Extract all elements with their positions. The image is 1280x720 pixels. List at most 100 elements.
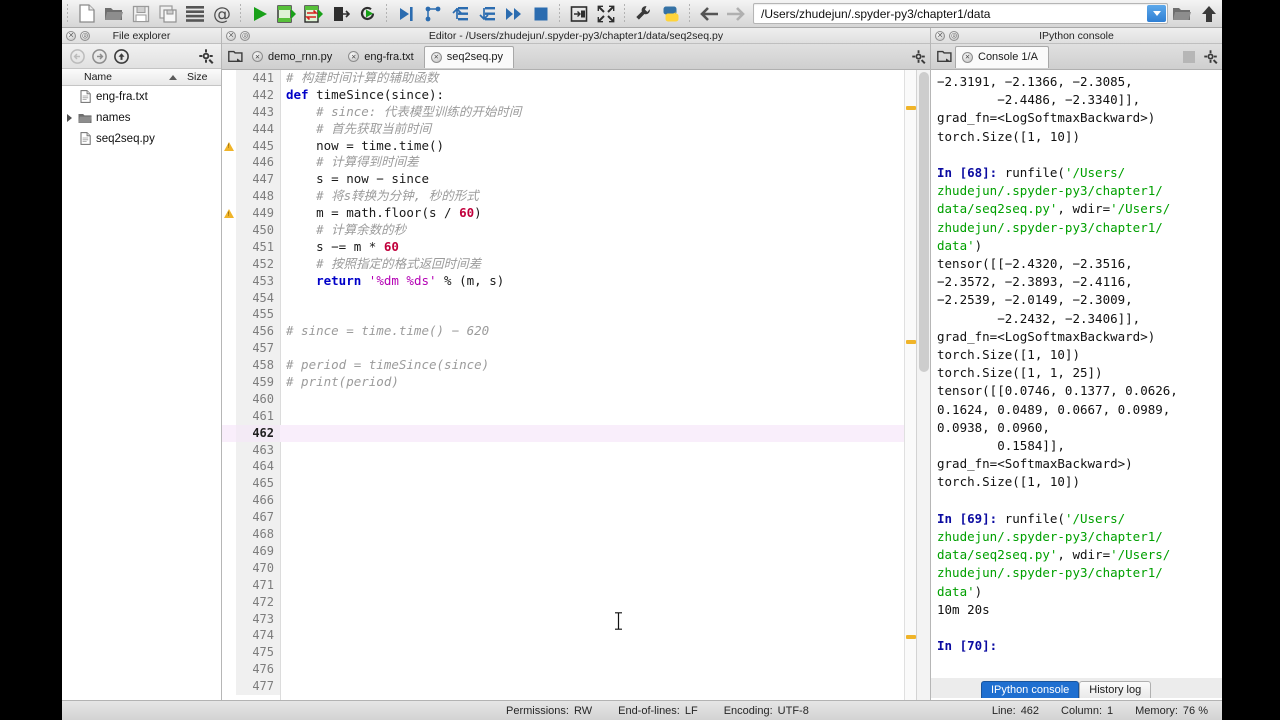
browse-folder-icon[interactable] (1168, 1, 1195, 27)
parent-directory-icon[interactable] (1195, 1, 1222, 27)
code-line[interactable]: 455 (222, 306, 930, 324)
options-gear-icon[interactable] (195, 45, 217, 67)
code-line[interactable]: 442 def timeSince(since): (222, 86, 930, 104)
code-line[interactable]: 446 # 计算得到时间差 (222, 154, 930, 172)
code-line[interactable]: 458 # period = timeSince(since) (222, 357, 930, 375)
fullscreen-icon[interactable] (592, 1, 619, 27)
editor-scrollbar[interactable] (916, 70, 930, 720)
find-symbol-icon[interactable]: @ (208, 1, 235, 27)
code-line[interactable]: 472 (222, 593, 930, 611)
file-list[interactable]: eng-fra.txt names seq2seq.py (62, 86, 221, 720)
forward-icon[interactable] (88, 45, 110, 67)
code-line[interactable]: 457 (222, 340, 930, 358)
run-selection-icon[interactable] (327, 1, 354, 27)
close-pane-icon[interactable] (66, 31, 76, 41)
code-line[interactable]: 453 return '%dm %ds' % (m, s) (222, 272, 930, 290)
warning-marker[interactable] (906, 106, 916, 110)
code-line[interactable]: 471 (222, 576, 930, 594)
code-line[interactable]: 451 s −= m * 60 (222, 238, 930, 256)
debug-step-return-icon[interactable] (473, 1, 500, 27)
debug-file-icon[interactable] (392, 1, 419, 27)
maximize-pane-icon[interactable] (565, 1, 592, 27)
run-file-icon[interactable] (246, 1, 273, 27)
warning-marker[interactable] (906, 635, 916, 639)
column-header-name[interactable]: Name (62, 71, 177, 83)
save-file-icon[interactable] (127, 1, 154, 27)
close-pane-icon[interactable] (935, 31, 945, 41)
code-line[interactable]: 473 (222, 610, 930, 628)
list-item[interactable]: names (62, 107, 221, 128)
code-line[interactable]: 476 (222, 661, 930, 679)
debug-continue-icon[interactable] (500, 1, 527, 27)
file-switcher-icon[interactable] (181, 1, 208, 27)
code-line[interactable]: 474 (222, 627, 930, 645)
browse-tabs-icon[interactable] (933, 44, 955, 70)
code-line[interactable]: 464 (222, 458, 930, 476)
code-line[interactable]: 465 (222, 475, 930, 493)
code-line[interactable]: 461 (222, 407, 930, 425)
options-gear-icon[interactable] (908, 46, 930, 68)
warning-icon[interactable] (222, 209, 236, 219)
list-item[interactable]: seq2seq.py (62, 128, 221, 149)
tab-ipython-console[interactable]: IPython console (981, 681, 1080, 698)
code-line[interactable]: 444 # 首先获取当前时间 (222, 120, 930, 138)
code-line[interactable]: 463 (222, 441, 930, 459)
code-line[interactable]: 467 (222, 509, 930, 527)
run-cell-advance-icon[interactable] (300, 1, 327, 27)
code-line[interactable]: 468 (222, 526, 930, 543)
warning-marker[interactable] (906, 340, 916, 344)
scrollbar-thumb[interactable] (919, 72, 929, 372)
expand-arrow-icon[interactable] (62, 114, 76, 122)
warning-icon[interactable] (222, 141, 236, 151)
code-line[interactable]: 460 (222, 390, 930, 408)
debug-step-icon[interactable] (419, 1, 446, 27)
chevron-down-icon[interactable] (1147, 5, 1166, 22)
code-line[interactable]: 441 # 构建时间计算的辅助函数 (222, 70, 930, 87)
editor-tab-demo-rnn[interactable]: demo_rnn.py (246, 47, 342, 67)
run-cell-icon[interactable] (273, 1, 300, 27)
close-tab-icon[interactable] (348, 51, 360, 62)
code-lines[interactable]: 441 # 构建时间计算的辅助函数 442 def timeSince(since):… (222, 70, 930, 695)
tab-history-log[interactable]: History log (1079, 681, 1152, 698)
console-output[interactable]: −2.3191, −2.1366, −2.3085, −2.4486, −2.3… (931, 70, 1222, 708)
new-file-icon[interactable] (73, 1, 100, 27)
code-line[interactable]: 449 m = math.floor(s / 60) (222, 205, 930, 223)
stop-console-icon[interactable] (1178, 46, 1200, 68)
code-line[interactable]: 469 (222, 542, 930, 560)
debug-stop-icon[interactable] (527, 1, 554, 27)
code-line[interactable]: 450 # 计算余数的秒 (222, 222, 930, 239)
code-line[interactable]: 445 now = time.time() (222, 137, 930, 155)
forward-icon[interactable] (722, 1, 749, 27)
rerun-icon[interactable] (354, 1, 381, 27)
editor-tab-seq2seq[interactable]: seq2seq.py (423, 45, 515, 68)
code-line[interactable]: 443 # since: 代表模型训练的开始时间 (222, 103, 930, 121)
close-pane-icon[interactable] (226, 31, 236, 41)
browse-tabs-icon[interactable] (224, 44, 246, 70)
code-line[interactable]: 456 # since = time.time() − 620 (222, 323, 930, 341)
code-line[interactable]: 466 (222, 492, 930, 510)
column-header-size[interactable]: Size (169, 71, 221, 83)
code-line[interactable]: 475 (222, 644, 930, 662)
parent-directory-icon[interactable] (110, 45, 132, 67)
save-all-icon[interactable] (154, 1, 181, 27)
code-line[interactable]: 477 (222, 678, 930, 695)
back-icon[interactable] (66, 45, 88, 67)
code-line[interactable]: 454 (222, 289, 930, 307)
preferences-icon[interactable] (630, 1, 657, 27)
editor-tab-eng-fra[interactable]: eng-fra.txt (342, 47, 424, 67)
code-line[interactable]: 470 (222, 559, 930, 577)
code-line[interactable]: 448 # 将s转换为分钟, 秒的形式 (222, 188, 930, 206)
code-editor[interactable]: 441 # 构建时间计算的辅助函数 442 def timeSince(since):… (222, 70, 930, 720)
console-tab-1a[interactable]: Console 1/A (955, 45, 1049, 68)
back-icon[interactable] (695, 1, 722, 27)
close-tab-icon[interactable] (962, 51, 973, 63)
options-gear-icon[interactable] (1200, 46, 1222, 68)
list-item[interactable]: eng-fra.txt (62, 86, 221, 107)
close-tab-icon[interactable] (430, 51, 442, 63)
code-line[interactable]: 462 (222, 424, 930, 442)
open-file-icon[interactable] (100, 1, 127, 27)
undock-pane-icon[interactable] (240, 31, 250, 41)
working-directory-input[interactable]: /Users/zhudejun/.spyder-py3/chapter1/dat… (753, 3, 1168, 24)
undock-pane-icon[interactable] (949, 31, 959, 41)
code-line[interactable]: 447 s = now − since (222, 171, 930, 189)
